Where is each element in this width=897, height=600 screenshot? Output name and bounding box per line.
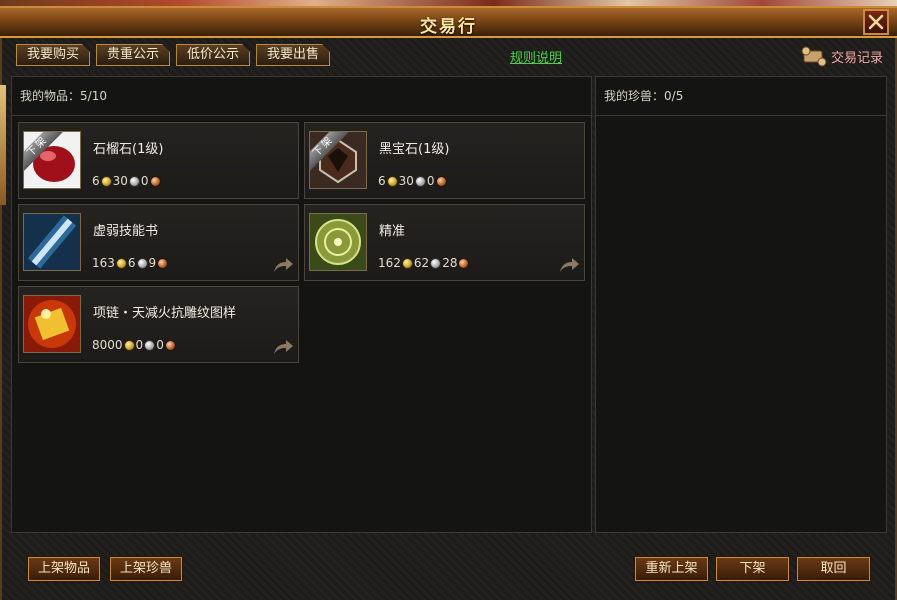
silver-coin-icon bbox=[430, 257, 442, 269]
item-name: 黑宝石(1级) bbox=[379, 142, 450, 157]
my-pets-label: 我的珍兽： bbox=[604, 89, 665, 103]
item-price: 8000 0 0 bbox=[92, 338, 177, 352]
my-items-count: 5/10 bbox=[80, 89, 107, 103]
my-items-label: 我的物品： bbox=[20, 89, 81, 103]
silver-amount: 30 bbox=[398, 174, 414, 188]
silver-amount: 6 bbox=[127, 256, 136, 270]
item-name: 精准 bbox=[379, 224, 406, 239]
gold-amount: 6 bbox=[378, 174, 386, 188]
share-arrow-icon[interactable] bbox=[272, 256, 294, 274]
rules-link[interactable]: 规则说明 bbox=[510, 47, 562, 66]
gold-coin-icon bbox=[386, 175, 398, 187]
black-gem-icon: 下架 bbox=[309, 131, 367, 189]
item-price: 162 62 28 bbox=[378, 256, 470, 270]
copper-coin-icon bbox=[435, 175, 447, 187]
silver-amount: 62 bbox=[413, 256, 430, 270]
copper-coin-icon bbox=[157, 257, 169, 269]
pattern-scroll-icon bbox=[23, 295, 81, 353]
item-name: 虚弱技能书 bbox=[93, 224, 159, 239]
item-price: 163 6 9 bbox=[92, 256, 169, 270]
copper-coin-icon bbox=[458, 257, 470, 269]
tab-bar: 我要购买 贵重公示 低价公示 我要出售 bbox=[16, 44, 330, 68]
my-pets-count: 0/5 bbox=[664, 89, 684, 103]
gold-coin-icon bbox=[401, 257, 413, 269]
target-disc-icon bbox=[309, 213, 367, 271]
side-accent bbox=[0, 85, 6, 205]
silver-coin-icon bbox=[144, 339, 156, 351]
title-bar: 交易行 bbox=[0, 6, 897, 38]
delist-button[interactable]: 下架 bbox=[715, 556, 790, 582]
share-arrow-icon[interactable] bbox=[272, 338, 294, 356]
scroll-icon bbox=[801, 46, 827, 67]
gold-coin-icon bbox=[123, 339, 135, 351]
my-pets-header: 我的珍兽：0/5 bbox=[596, 77, 886, 116]
my-items-panel: 我的物品：5/10 下架 石榴石(1级) 6 30 0 下架 黑宝石(1级) 6… bbox=[11, 76, 592, 533]
item-card[interactable]: 精准 162 62 28 bbox=[304, 204, 585, 281]
tab-buy[interactable]: 我要购买 bbox=[16, 44, 90, 66]
window-title: 交易行 bbox=[420, 17, 477, 37]
red-gem-icon: 下架 bbox=[23, 131, 81, 189]
copper-amount: 0 bbox=[156, 338, 164, 352]
copper-coin-icon bbox=[149, 175, 161, 187]
gold-coin-icon bbox=[100, 175, 112, 187]
skill-book-icon bbox=[23, 213, 81, 271]
item-price: 6 30 0 bbox=[92, 174, 162, 188]
trade-record-label: 交易记录 bbox=[830, 50, 883, 66]
silver-coin-icon bbox=[128, 175, 140, 187]
trade-record-button[interactable]: 交易记录 bbox=[801, 45, 883, 67]
tab-lowprice-notice[interactable]: 低价公示 bbox=[176, 44, 250, 66]
copper-amount: 28 bbox=[442, 256, 458, 270]
close-button[interactable] bbox=[863, 9, 889, 35]
list-item-button[interactable]: 上架物品 bbox=[27, 556, 101, 582]
silver-coin-icon bbox=[414, 175, 426, 187]
silver-amount: 30 bbox=[112, 174, 128, 188]
item-card[interactable]: 虚弱技能书 163 6 9 bbox=[18, 204, 299, 281]
tab-sell[interactable]: 我要出售 bbox=[256, 44, 330, 66]
silver-amount: 0 bbox=[135, 338, 144, 352]
relist-button[interactable]: 重新上架 bbox=[634, 556, 709, 582]
silver-coin-icon bbox=[136, 257, 148, 269]
list-pet-button[interactable]: 上架珍兽 bbox=[109, 556, 183, 582]
item-price: 6 30 0 bbox=[378, 174, 448, 188]
share-arrow-icon[interactable] bbox=[558, 256, 580, 274]
retrieve-button[interactable]: 取回 bbox=[796, 556, 871, 582]
gold-amount: 163 bbox=[92, 256, 115, 270]
my-pets-panel: 我的珍兽：0/5 bbox=[595, 76, 887, 533]
my-items-header: 我的物品：5/10 bbox=[12, 77, 591, 116]
gold-coin-icon bbox=[115, 257, 127, 269]
copper-amount: 9 bbox=[148, 256, 157, 270]
item-card[interactable]: 下架 黑宝石(1级) 6 30 0 bbox=[304, 122, 585, 199]
item-name: 项链・天减火抗雕纹图样 bbox=[93, 306, 237, 321]
tab-valuable-notice[interactable]: 贵重公示 bbox=[96, 44, 170, 66]
copper-coin-icon bbox=[164, 339, 176, 351]
close-icon bbox=[868, 14, 884, 30]
item-name: 石榴石(1级) bbox=[93, 142, 164, 157]
gold-amount: 162 bbox=[378, 256, 401, 270]
copper-amount: 0 bbox=[426, 174, 435, 188]
copper-amount: 0 bbox=[140, 174, 149, 188]
item-card[interactable]: 项链・天减火抗雕纹图样 8000 0 0 bbox=[18, 286, 299, 363]
gold-amount: 8000 bbox=[92, 338, 123, 352]
gold-amount: 6 bbox=[92, 174, 100, 188]
item-card[interactable]: 下架 石榴石(1级) 6 30 0 bbox=[18, 122, 299, 199]
